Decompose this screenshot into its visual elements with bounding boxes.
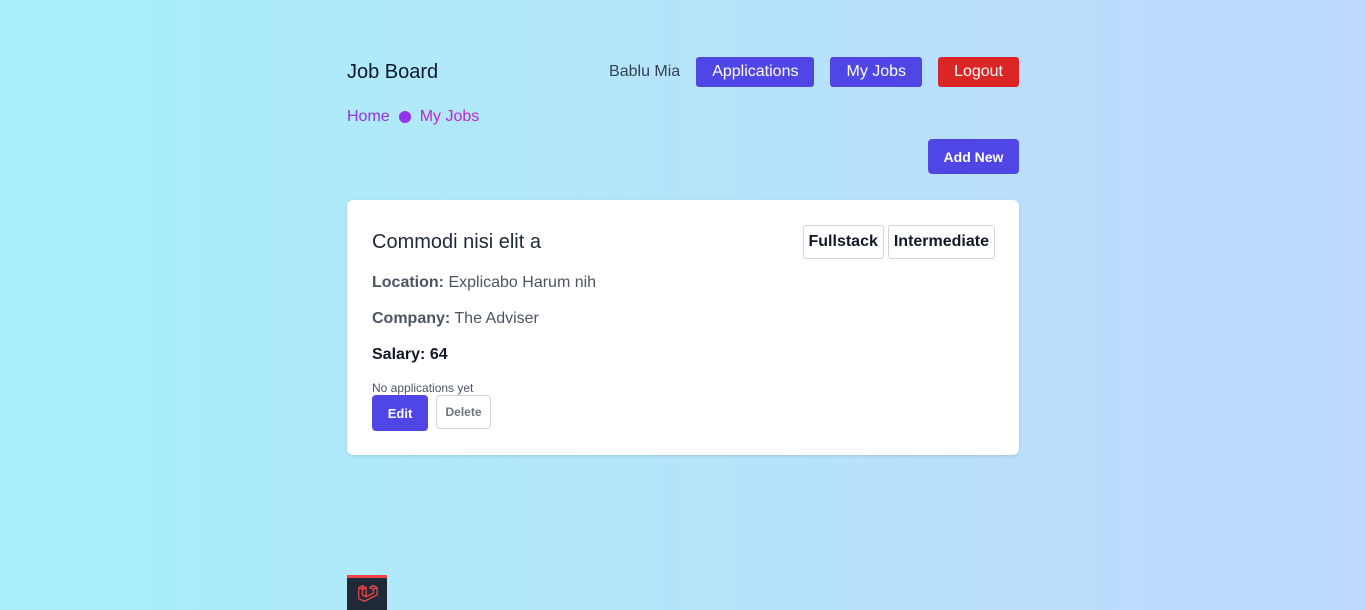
top-navbar: Job Board Bablu Mia Applications My Jobs… [347, 56, 1019, 88]
location-value: Explicabo Harum nih [448, 274, 597, 291]
breadcrumb-separator-icon [398, 111, 411, 123]
job-card: Commodi nisi elit a Fullstack Intermedia… [347, 200, 1019, 455]
job-title: Commodi nisi elit a [372, 231, 541, 253]
job-salary: Salary: 64 [372, 346, 448, 364]
tag-intermediate[interactable]: Intermediate [887, 225, 995, 259]
user-name: Bablu Mia [609, 63, 681, 80]
job-location: Location: Explicabo Harum nih [372, 274, 596, 292]
location-label: Location: [372, 274, 444, 291]
delete-button[interactable]: Delete [436, 395, 491, 429]
my-jobs-button[interactable]: My Jobs [830, 57, 923, 87]
salary-value: 64 [429, 346, 448, 363]
job-tags: Fullstack Intermediate [802, 225, 995, 259]
breadcrumb-current: My Jobs [419, 108, 480, 125]
company-value: The Adviser [454, 310, 539, 327]
tag-fullstack[interactable]: Fullstack [802, 225, 884, 259]
salary-label: Salary: [372, 346, 426, 363]
add-new-button[interactable]: Add New [928, 139, 1019, 174]
job-company: Company: The Adviser [372, 310, 539, 328]
nav-right: Bablu Mia Applications My Jobs Logout [609, 57, 1019, 87]
edit-button[interactable]: Edit [372, 395, 428, 431]
applications-status: No applications yet [372, 381, 474, 395]
breadcrumb: Home My Jobs [347, 106, 479, 128]
logout-button[interactable]: Logout [938, 57, 1019, 87]
company-label: Company: [372, 310, 451, 327]
breadcrumb-home-link[interactable]: Home [347, 108, 390, 126]
laravel-logo-icon [347, 575, 387, 610]
brand-title[interactable]: Job Board [347, 61, 438, 84]
applications-button[interactable]: Applications [696, 57, 815, 87]
